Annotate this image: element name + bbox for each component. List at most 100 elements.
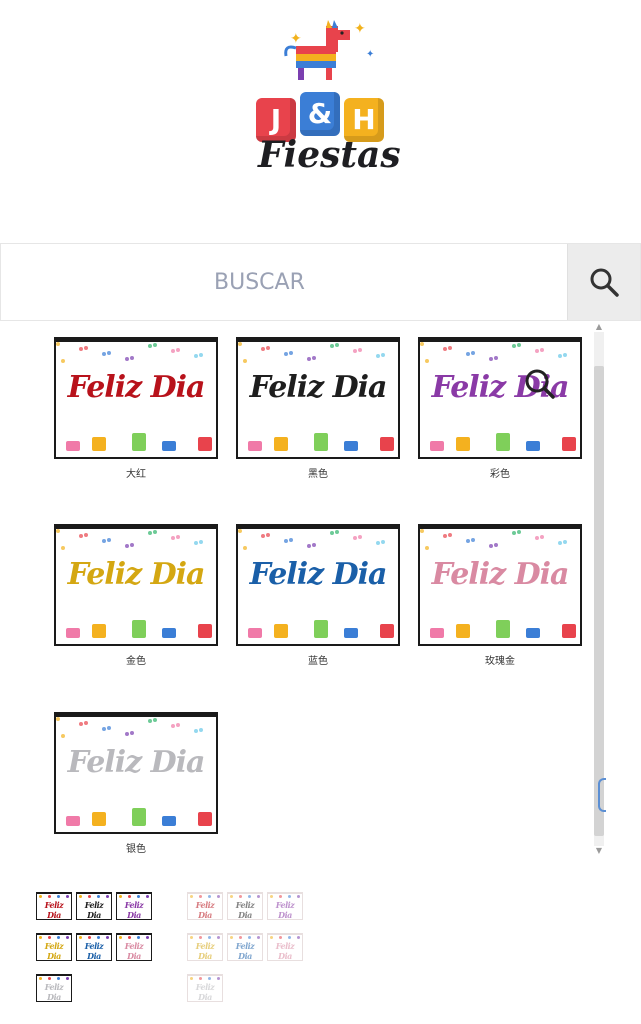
gift-icon <box>314 620 328 638</box>
gift-icon <box>380 624 394 638</box>
product-image[interactable]: Feliz Dia <box>236 524 400 646</box>
confetti-dot <box>535 349 539 353</box>
brand-name: Fiestas <box>258 134 401 176</box>
thumbnail-item[interactable]: Feliz Dia <box>187 892 223 920</box>
gift-icon <box>66 628 80 638</box>
gift-icon <box>496 620 510 638</box>
product-image[interactable]: Feliz Dia <box>236 337 400 459</box>
thumbnail-item[interactable]: Feliz Dia <box>187 933 223 961</box>
confetti-dot <box>176 348 180 352</box>
thumbnail-item[interactable]: Feliz Dia <box>187 974 223 1002</box>
confetti-dot <box>270 936 273 939</box>
thumbnail-text: Feliz Dia <box>124 941 144 961</box>
pinata-donkey-icon <box>284 20 350 80</box>
product-balloon-text: Feliz Dia <box>249 557 388 592</box>
thumbnail-item[interactable]: Feliz Dia <box>76 933 112 961</box>
confetti-dot <box>279 895 282 898</box>
confetti-dot <box>217 977 220 980</box>
gift-icon <box>92 812 106 826</box>
search-input[interactable] <box>1 244 567 320</box>
confetti-dot <box>102 352 106 356</box>
product-card[interactable]: Feliz Dia 玫瑰金 <box>418 524 582 667</box>
confetti-dot <box>289 351 293 355</box>
product-image[interactable]: Feliz Dia <box>54 337 218 459</box>
confetti-dot <box>297 895 300 898</box>
confetti-dot <box>353 349 357 353</box>
confetti-dot <box>190 895 193 898</box>
confetti-dot <box>358 348 362 352</box>
thumbnail-item[interactable]: Feliz Dia <box>267 892 303 920</box>
thumbnail-text: Feliz Dia <box>275 900 295 920</box>
confetti-dot <box>535 536 539 540</box>
thumbnail-text: Feliz Dia <box>44 941 64 961</box>
product-card[interactable]: Feliz Dia 银色 <box>54 712 218 855</box>
gift-icon <box>162 441 176 451</box>
gift-boxes <box>62 429 212 451</box>
confetti-dot <box>512 344 516 348</box>
confetti-dot <box>153 343 157 347</box>
product-image[interactable]: Feliz Dia <box>418 524 582 646</box>
thumbnail-text: Feliz Dia <box>235 900 255 920</box>
scroll-thumb[interactable] <box>594 366 604 836</box>
confetti-dot <box>512 531 516 535</box>
confetti-dot <box>335 530 339 534</box>
gallery-scrollbar[interactable]: ▲ ▼ <box>592 322 606 856</box>
confetti-dot <box>84 533 88 537</box>
product-caption: 银色 <box>126 844 146 855</box>
gift-icon <box>132 620 146 638</box>
thumbnail-item[interactable]: Feliz Dia <box>76 892 112 920</box>
brand-logo[interactable]: ✦ ✦ ✦ J & H Fiestas <box>254 18 401 176</box>
search-button[interactable] <box>567 244 640 320</box>
gift-icon <box>526 628 540 638</box>
thumbnail-text: Feliz Dia <box>44 900 64 920</box>
confetti-dot <box>248 936 251 939</box>
gift-icon <box>430 628 444 638</box>
confetti-dot <box>97 895 100 898</box>
confetti-dot <box>312 543 316 547</box>
confetti-dot <box>284 539 288 543</box>
confetti-dot <box>66 936 69 939</box>
confetti-dot <box>420 529 424 533</box>
thumbnail-item[interactable]: Feliz Dia <box>227 933 263 961</box>
confetti-dot <box>563 353 567 357</box>
product-card[interactable]: Feliz Dia 蓝色 <box>236 524 400 667</box>
confetti-dot <box>125 357 129 361</box>
confetti-dot <box>425 546 429 550</box>
product-caption: 大红 <box>126 469 146 480</box>
thumbnail-item[interactable]: Feliz Dia <box>116 933 152 961</box>
zoom-icon[interactable] <box>520 364 560 404</box>
scroll-up-arrow-icon[interactable]: ▲ <box>594 322 604 332</box>
thumbnail-text: Feliz Dia <box>195 941 215 961</box>
confetti-dot <box>79 347 83 351</box>
search-icon <box>590 268 619 297</box>
thumbnail-item[interactable]: Feliz Dia <box>227 892 263 920</box>
confetti-dot <box>217 895 220 898</box>
confetti-dot <box>199 353 203 357</box>
thumbnail-item[interactable]: Feliz Dia <box>116 892 152 920</box>
gift-icon <box>562 624 576 638</box>
confetti-dot <box>146 895 149 898</box>
confetti-dot <box>148 719 152 723</box>
confetti-dot <box>208 936 211 939</box>
confetti-dot <box>57 936 60 939</box>
confetti-dot <box>420 342 424 346</box>
scroll-down-arrow-icon[interactable]: ▼ <box>594 846 604 856</box>
confetti-dot <box>39 936 42 939</box>
product-card[interactable]: Feliz Dia 黑色 <box>236 337 400 480</box>
thumbnail-text: Feliz Dia <box>195 982 215 1002</box>
confetti-dot <box>194 354 198 358</box>
confetti-dot <box>39 977 42 980</box>
product-card[interactable]: Feliz Dia 金色 <box>54 524 218 667</box>
gift-icon <box>248 441 262 451</box>
confetti-dot <box>148 531 152 535</box>
gift-icon <box>92 437 106 451</box>
product-card[interactable]: Feliz Dia 大红 <box>54 337 218 480</box>
product-image[interactable]: Feliz Dia <box>54 712 218 834</box>
product-image[interactable]: Feliz Dia <box>54 524 218 646</box>
side-tab[interactable] <box>598 778 606 812</box>
thumbnail-item[interactable]: Feliz Dia <box>36 892 72 920</box>
thumbnail-item[interactable]: Feliz Dia <box>267 933 303 961</box>
thumbnail-item[interactable]: Feliz Dia <box>36 933 72 961</box>
confetti-dot <box>84 346 88 350</box>
thumbnail-item[interactable]: Feliz Dia <box>36 974 72 1002</box>
